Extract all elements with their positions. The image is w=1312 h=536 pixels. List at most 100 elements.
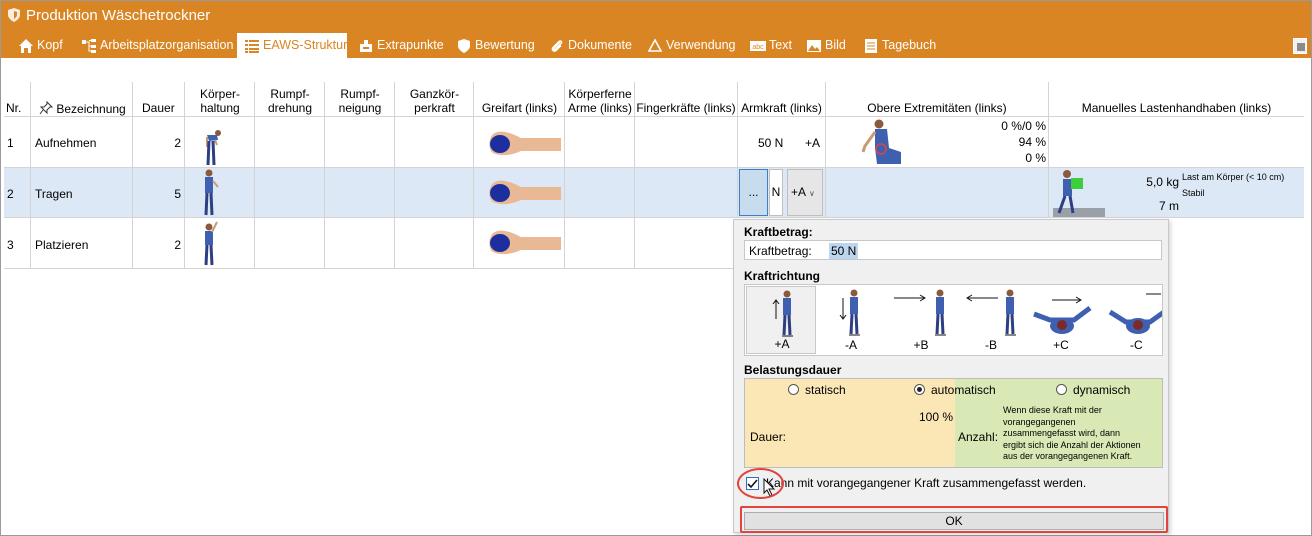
recycle-icon	[647, 38, 663, 52]
shield-icon	[458, 39, 470, 53]
description-line: vorangegangenen	[1003, 416, 1076, 427]
direction-minus-c[interactable]: -C	[1096, 286, 1162, 354]
pin-header-icon	[39, 100, 54, 115]
direction-minus-a[interactable]: -A	[816, 286, 886, 354]
posture-bent-figure	[206, 130, 221, 166]
col-lasten[interactable]: Manuelles Lastenhandhaben (links)	[1049, 101, 1304, 115]
figure-arrow-up-icon	[772, 290, 793, 337]
tab-text[interactable]: abc Text	[743, 33, 798, 58]
highlight-ok-rect	[740, 506, 1168, 533]
diary-icon	[865, 39, 877, 53]
col-obere[interactable]: Obere Extremitäten (links)	[826, 101, 1048, 115]
col-armkraft[interactable]: Armkraft (links)	[738, 101, 825, 115]
tab-bild[interactable]: Bild	[799, 33, 854, 58]
last-distance: 7 m	[1158, 199, 1179, 213]
col-arme[interactable]: Körperferne Arme (links)	[566, 87, 634, 115]
direction-label: +A	[774, 337, 790, 351]
svg-text:abc: abc	[752, 44, 764, 51]
tab-label: Text	[769, 38, 792, 52]
description-line: Wenn diese Kraft mit der	[1003, 405, 1102, 415]
direction-plus-c[interactable]: +C	[1026, 286, 1096, 354]
force-edit-popup: Kraftbetrag: Kraftbetrag: 50 N Kraftrich…	[733, 219, 1169, 533]
row-nr: 2	[7, 187, 14, 201]
col-finger[interactable]: Fingerkräfte (links)	[635, 101, 737, 115]
row-name: Tragen	[35, 187, 73, 201]
col-label: Rumpf-	[340, 87, 380, 101]
tab-dokumente[interactable]: Dokumente	[542, 33, 637, 58]
col-bezeichnung[interactable]: Bezeichnung	[39, 100, 131, 116]
force-direction-dropdown[interactable]: +A ∨	[787, 169, 823, 216]
kraftbetrag-value[interactable]: 50 N	[829, 243, 859, 259]
tab-verwendung[interactable]: Verwendung	[640, 33, 740, 58]
figure-top-view-icon	[1033, 296, 1092, 334]
home-icon	[19, 39, 33, 53]
row-name: Platzieren	[35, 238, 89, 252]
direction-label: -B	[985, 338, 997, 352]
tab-arbeitsplatzorganisation[interactable]: Arbeitsplatzorganisation	[74, 33, 234, 58]
col-rumpfdrehung[interactable]: Rumpf- drehung	[256, 87, 324, 115]
row-name: Aufnehmen	[35, 136, 97, 150]
col-nr[interactable]: Nr.	[6, 101, 21, 115]
image-icon	[807, 40, 821, 52]
radio-label: statisch	[805, 383, 846, 397]
dauer-percent: 100 %	[919, 410, 954, 424]
kraftbetrag-field[interactable]: Kraftbetrag: 50 N	[744, 240, 1162, 260]
radio-label: automatisch	[931, 383, 996, 397]
window-title: Produktion Wäschetrockner	[26, 7, 211, 24]
col-koerperhaltung[interactable]: Körper- haltung	[186, 87, 254, 115]
description-line: zusammengefasst wird, dann	[1003, 428, 1121, 438]
row-nr: 1	[7, 136, 14, 150]
dauer-label: Dauer:	[750, 430, 787, 444]
direction-selector: +A -A +B -B +C -C	[744, 284, 1163, 356]
tab-label: Bild	[825, 38, 846, 52]
figure-arrow-down-icon	[839, 289, 860, 336]
anzahl-label: Anzahl:	[958, 430, 999, 444]
figure-arrow-right-icon	[894, 289, 946, 336]
tab-eaws-struktur[interactable]: EAWS-Struktur	[237, 33, 347, 58]
col-label: perkraft	[414, 101, 455, 115]
direction-label: +A	[791, 185, 807, 199]
tab-tagebuch[interactable]: Tagebuch	[856, 33, 941, 58]
paperclip-icon	[551, 40, 563, 52]
direction-label: +B	[913, 338, 929, 352]
tab-bewertung[interactable]: Bewertung	[449, 33, 539, 58]
row-nr: 3	[7, 238, 14, 252]
radio-automatisch[interactable]	[914, 384, 925, 395]
direction-plus-b[interactable]: +B	[886, 286, 956, 354]
posture-reaching-figure	[204, 221, 218, 266]
edit-force-button[interactable]: ...	[739, 169, 768, 216]
obere-value: 0 %/0 %	[1001, 119, 1046, 133]
col-greifart[interactable]: Greifart (links)	[475, 101, 564, 115]
radio-dynamisch[interactable]	[1056, 384, 1067, 395]
last-state: Stabil	[1182, 188, 1205, 198]
posture-standing-figure	[204, 169, 219, 216]
col-label: Rumpf-	[270, 87, 310, 101]
org-chart-icon	[82, 39, 96, 53]
tab-kopf[interactable]: Kopf	[11, 33, 71, 58]
tab-label: Tagebuch	[882, 38, 937, 52]
tab-label: Bewertung	[475, 38, 535, 52]
last-weight: 5,0 kg	[1146, 175, 1179, 189]
pin-icon[interactable]	[1293, 38, 1307, 54]
grip-hand-image	[489, 230, 561, 255]
carrying-figure-image	[1053, 170, 1105, 217]
col-label: Ganzkör-	[409, 87, 460, 101]
grip-hand-image	[489, 131, 561, 156]
figure-top-view-icon	[1108, 293, 1162, 334]
tab-label: Verwendung	[666, 38, 736, 52]
tab-extrapunkte[interactable]: Extrapunkte	[351, 33, 446, 58]
kraftbetrag-label: Kraftbetrag:	[749, 244, 812, 258]
direction-minus-b[interactable]: -B	[956, 286, 1026, 354]
col-dauer[interactable]: Dauer	[142, 101, 175, 115]
upper-extremity-figure	[861, 119, 901, 164]
armkraft-direction: +A	[805, 136, 821, 150]
force-unit-field[interactable]: N	[769, 169, 783, 216]
direction-plus-a[interactable]: +A	[746, 286, 816, 354]
tab-label: Dokumente	[568, 38, 632, 52]
direction-label: -A	[845, 338, 857, 352]
radio-statisch[interactable]	[788, 384, 799, 395]
row-dauer: 2	[174, 238, 181, 252]
col-rumpfneigung[interactable]: Rumpf- neigung	[326, 87, 394, 115]
chevron-down-icon: ∨	[809, 189, 815, 198]
col-ganzkoerperkraft[interactable]: Ganzkör- perkraft	[396, 87, 473, 115]
